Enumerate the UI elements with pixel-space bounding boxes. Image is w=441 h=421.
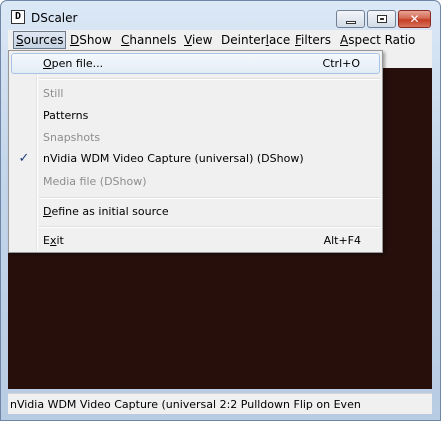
minimize-button[interactable] [336,10,365,28]
maximize-button[interactable] [367,10,396,28]
menu-item-still[interactable]: Still [11,83,380,104]
status-bar: nVidia WDM Video Capture (universal 2:2 … [8,393,432,414]
menu-item-open-file[interactable]: Open file... Ctrl+O [11,53,380,74]
menu-separator [39,226,380,228]
minimize-icon [346,21,356,24]
menu-view-mnemonic: V [184,33,192,47]
menu-item-nvidia-wdm-capture[interactable]: ✓ nVidia WDM Video Capture (universal) (… [11,148,380,169]
menu-dshow[interactable]: DShow [68,32,114,48]
menu-aspect-ratio[interactable]: Aspect Ratio [338,32,417,48]
menu-item-media-file[interactable]: Media file (DShow) [11,171,380,192]
menu-view[interactable]: View [182,32,214,48]
window-title: DScaler [31,11,78,25]
status-text: nVidia WDM Video Capture (universal 2:2 … [10,398,361,411]
menu-dshow-mnemonic: D [70,33,80,47]
maximize-icon [377,15,387,23]
menu-separator [39,197,380,199]
close-button[interactable]: ✕ [398,10,431,28]
sources-dropdown-menu: Open file... Ctrl+O Still Patterns Snaps… [8,50,383,253]
menu-sources-mnemonic: S [16,33,24,47]
close-icon: ✕ [409,12,420,26]
checkmark-icon: ✓ [18,151,30,166]
shortcut-open-file: Ctrl+O [322,57,360,70]
menu-channels[interactable]: Channels [119,32,179,48]
menu-deinterlace[interactable]: Deinterlace [219,32,292,48]
menu-item-define-initial-source[interactable]: Define as initial source [11,201,380,222]
menu-bar: Sources DShow Channels View Deinterlace … [8,30,432,50]
shortcut-exit: Alt+F4 [323,234,361,247]
menu-aspect-ratio-mnemonic: A [340,33,349,47]
menu-filters[interactable]: Filters [293,32,333,48]
title-bar[interactable]: D DScaler ✕ [1,1,440,31]
menu-item-patterns[interactable]: Patterns [11,105,380,126]
menu-separator [39,78,380,80]
menu-sources[interactable]: Sources [13,31,67,49]
menu-item-snapshots[interactable]: Snapshots [11,127,380,148]
dscaler-app-icon[interactable]: D [11,10,25,24]
menu-item-exit[interactable]: Exit Alt+F4 [11,230,380,251]
